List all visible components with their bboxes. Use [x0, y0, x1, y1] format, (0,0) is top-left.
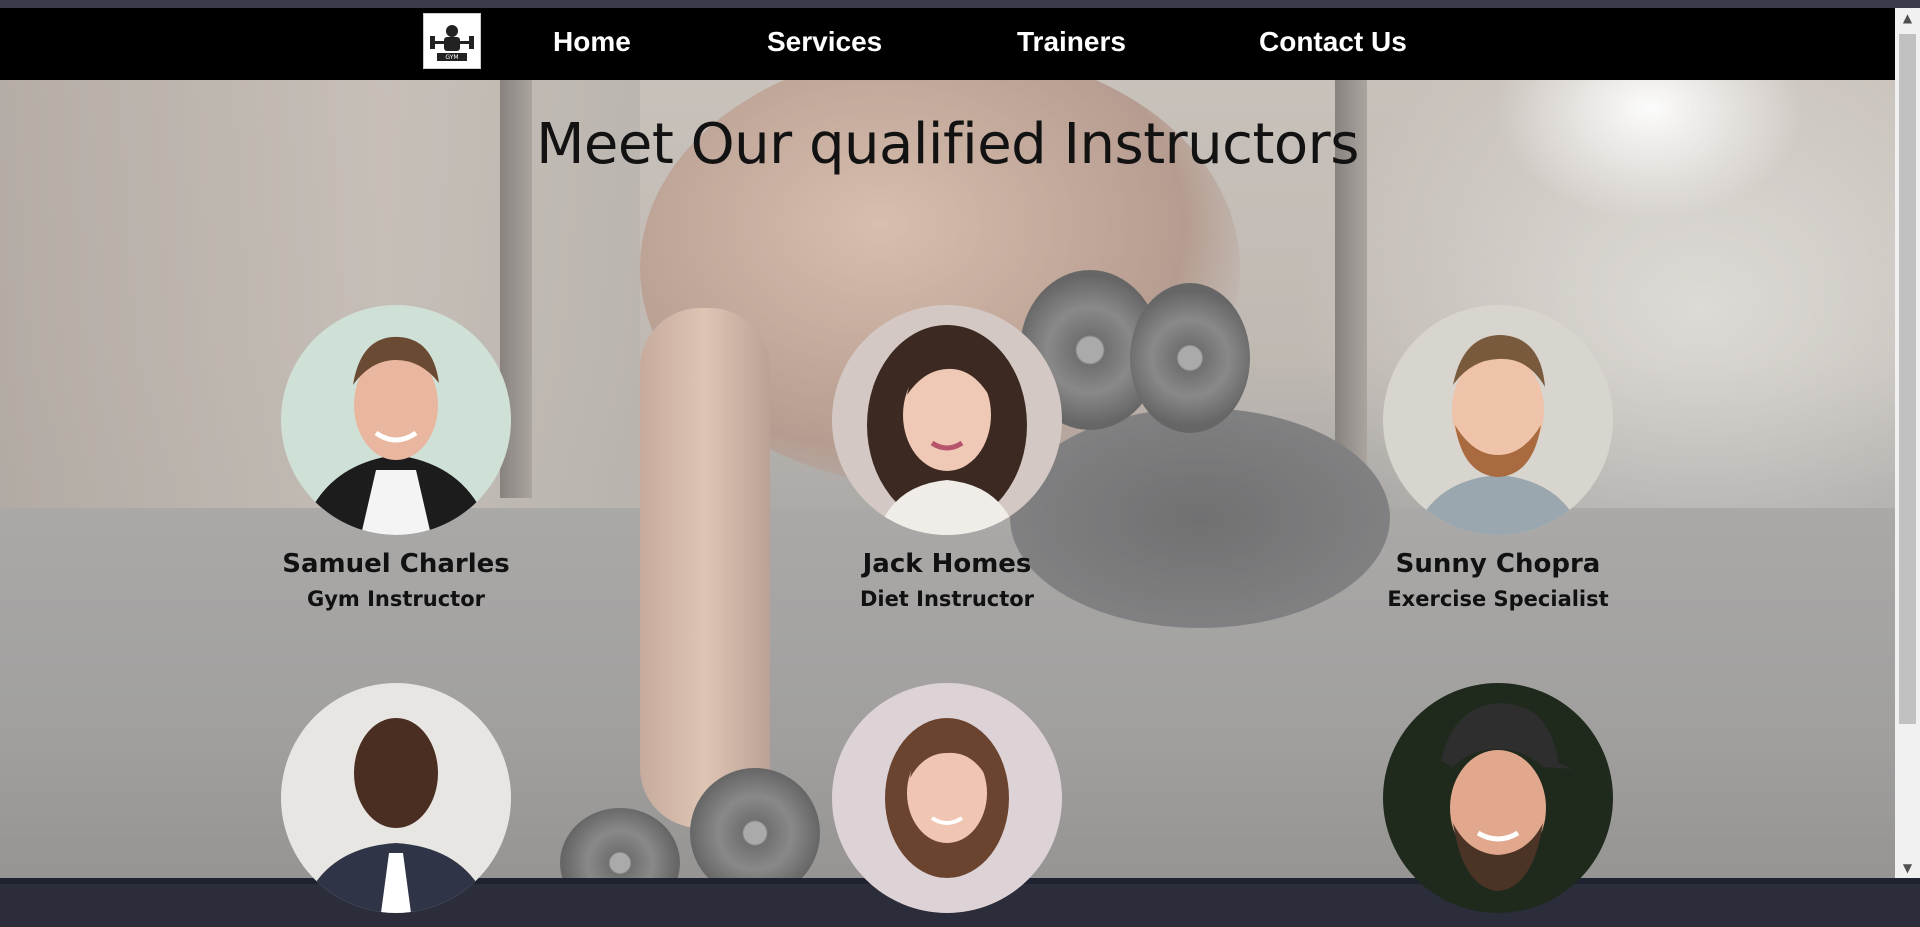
trainer-card[interactable]: Jack Homes Diet Instructor [817, 305, 1077, 611]
navbar: GYM Home Services Trainers Contact Us [0, 8, 1895, 80]
nav-contact-link[interactable]: Contact Us [1259, 26, 1407, 58]
trainer-card[interactable] [266, 683, 526, 927]
trainer-photo [281, 305, 511, 535]
trainer-name: Samuel Charles [282, 549, 510, 579]
arrow-down-icon[interactable]: ▼ [1895, 858, 1920, 878]
gym-logo-icon[interactable]: GYM [423, 13, 481, 69]
trainer-card[interactable] [1368, 683, 1628, 927]
window-top-strip [0, 0, 1920, 8]
trainer-card[interactable]: Samuel Charles Gym Instructor [266, 305, 526, 611]
trainer-avatar [281, 305, 511, 535]
trainer-card[interactable] [817, 683, 1077, 927]
trainer-name: Jack Homes [862, 549, 1032, 579]
trainer-avatar [1383, 305, 1613, 535]
nav-trainers-link[interactable]: Trainers [1017, 26, 1126, 58]
trainer-photo [832, 683, 1062, 913]
scrollbar-thumb[interactable] [1899, 34, 1916, 724]
trainer-avatar [832, 305, 1062, 535]
nav-services-link[interactable]: Services [767, 26, 882, 58]
nav-home-link[interactable]: Home [553, 26, 631, 58]
trainer-photo [1383, 305, 1613, 535]
trainer-photo [281, 683, 511, 913]
gym-logo-graphic: GYM [430, 25, 474, 61]
trainer-name: Sunny Chopra [1395, 549, 1601, 579]
logo-text: GYM [445, 54, 458, 61]
trainer-photo [832, 305, 1062, 535]
trainer-avatar [1383, 683, 1613, 913]
trainer-role: Exercise Specialist [1387, 587, 1609, 611]
vertical-scrollbar[interactable]: ▲ ▼ [1895, 8, 1920, 878]
trainer-card[interactable]: Sunny Chopra Exercise Specialist [1368, 305, 1628, 611]
trainer-photo [1383, 683, 1613, 913]
trainer-role: Diet Instructor [859, 587, 1035, 611]
trainer-avatar [832, 683, 1062, 913]
arrow-up-icon[interactable]: ▲ [1895, 8, 1920, 28]
page-title: Meet Our qualified Instructors [536, 112, 1359, 177]
trainer-role: Gym Instructor [307, 587, 485, 611]
trainer-avatar [281, 683, 511, 913]
